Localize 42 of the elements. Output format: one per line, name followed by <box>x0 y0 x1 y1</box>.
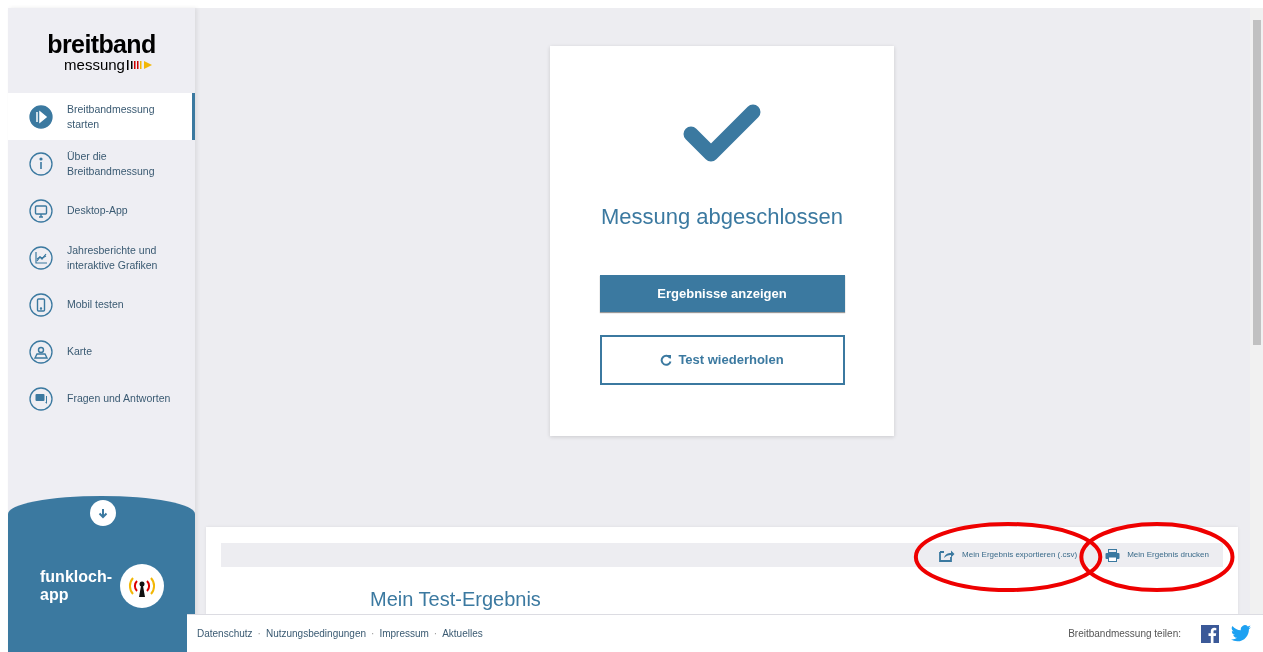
nav-item[interactable]: Über die Breitbandmessung <box>8 140 195 187</box>
chart-icon <box>29 245 53 270</box>
separator-dot: · <box>370 627 376 641</box>
card-title: Messung abgeschlossen <box>600 203 844 231</box>
nav-item[interactable]: Jahresberichte und interaktive Grafiken <box>8 234 195 281</box>
repeat-test-button[interactable]: Test wiederholen <box>599 335 845 385</box>
separator-dot: · <box>256 627 262 641</box>
promo-subtitle: app <box>40 586 70 604</box>
share-label: Breitbandmessung teilen: <box>1068 627 1181 641</box>
antenna-logo-icon <box>120 564 164 608</box>
chat-icon <box>29 386 53 411</box>
result-action-button[interactable]: Mein Ergebnis drucken <box>1105 548 1209 562</box>
monitor-icon <box>29 198 53 223</box>
footer-link[interactable]: Datenschutz <box>197 626 253 641</box>
promo-title: funkloch- <box>40 568 112 586</box>
footer-link[interactable]: Aktuelles <box>442 626 483 641</box>
scrollbar-thumb[interactable] <box>1252 20 1261 345</box>
logo-subtitle: messung <box>64 56 125 73</box>
printer-icon <box>1105 548 1121 562</box>
map-icon <box>29 339 53 364</box>
refresh-icon <box>660 354 673 366</box>
logo-wordmark: breitband <box>47 30 156 57</box>
section-heading: Mein Test-Ergebnis <box>370 587 542 611</box>
arrow-down-icon <box>98 507 108 519</box>
play-icon <box>29 104 53 129</box>
twitter-icon[interactable] <box>1231 625 1251 642</box>
nav-item[interactable]: Breitbandmessung starten <box>8 93 195 140</box>
show-results-button[interactable]: Ergebnisse anzeigen <box>599 275 845 312</box>
info-icon <box>29 151 53 176</box>
phone-icon <box>29 292 53 317</box>
nav-item[interactable]: Mobil testen <box>8 281 195 328</box>
nav-item[interactable]: Desktop-App <box>8 187 195 234</box>
logo-bars-drawing <box>126 58 153 71</box>
nav-item[interactable]: Karte <box>8 328 195 375</box>
nav-item[interactable]: Fragen und Antworten <box>8 375 195 422</box>
footer-link[interactable]: Nutzungsbedingungen <box>265 626 367 641</box>
separator-dot: · <box>432 627 439 641</box>
result-action-button[interactable]: Mein Ergebnis exportieren (.csv) <box>939 548 1078 562</box>
footer-link[interactable]: Impressum <box>379 626 429 641</box>
facebook-icon[interactable] <box>1201 624 1219 643</box>
export-icon <box>939 548 955 562</box>
checkmark-icon <box>683 104 761 162</box>
